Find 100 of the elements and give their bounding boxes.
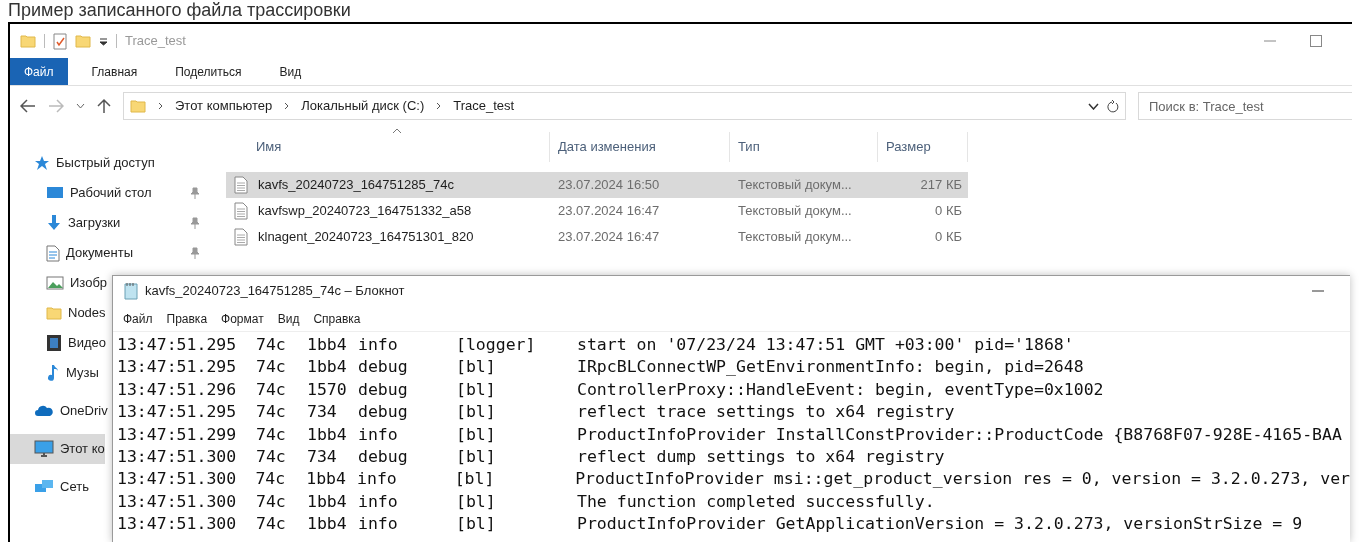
log-time: 13:47:51.295 <box>117 401 238 424</box>
log-level: debug <box>358 356 409 379</box>
monitor-icon <box>46 185 64 201</box>
file-name: kavfswp_20240723_164751332_a58 <box>258 202 472 221</box>
ribbon-tab[interactable]: Вид <box>265 58 316 85</box>
sidebar-item[interactable]: Музы <box>10 358 99 388</box>
sidebar-item[interactable]: Изобр <box>10 268 108 298</box>
chevron-right-icon[interactable] <box>436 102 442 110</box>
ribbon-tab[interactable]: Поделиться <box>161 58 256 85</box>
breadcrumb[interactable]: Trace_test <box>453 96 515 116</box>
column-header[interactable]: Размер <box>878 132 968 162</box>
sidebar-item[interactable]: Этот ко <box>10 434 105 464</box>
sidebar-item[interactable]: Рабочий стол <box>10 178 212 208</box>
caption: Пример записанного файла трассировки <box>7 0 352 22</box>
file-row[interactable]: kavfswp_20240723_164751332_a58 23.07.2024 16:47 Текстовый докум... 0 КБ <box>226 198 968 224</box>
file-date: 23.07.2024 16:50 <box>557 176 661 195</box>
log-thread-id: 734 <box>307 446 338 469</box>
log-level: debug <box>358 446 409 469</box>
notepad-icon <box>123 282 139 300</box>
ribbon-tab[interactable]: Файл <box>10 58 68 85</box>
monitor-icon <box>34 440 54 458</box>
log-message: The function completed successfully. <box>577 490 935 513</box>
file-row[interactable]: kavfs_20240723_164751285_74c 23.07.2024 16:50 Текстовый докум... 217 КБ <box>226 172 968 198</box>
sort-caret-icon <box>392 128 402 134</box>
log-level: info <box>358 513 399 536</box>
refresh-icon[interactable] <box>1107 99 1119 113</box>
chevron-right-icon[interactable] <box>284 102 290 110</box>
film-icon <box>46 334 62 352</box>
checked-document-icon[interactable] <box>53 32 67 50</box>
sidebar-item[interactable]: Документы <box>10 238 212 268</box>
menu-item[interactable]: Справка <box>313 309 361 328</box>
file-row[interactable]: klnagent_20240723_164751301_820 23.07.2024 16:47 Текстовый докум... 0 КБ <box>226 224 968 250</box>
music-note-icon <box>46 364 60 382</box>
breadcrumb[interactable]: Локальный диск (C:) <box>301 96 425 116</box>
log-message: start on '07/23/24 13:47:51 GMT +03:00' pid='1868' <box>577 334 1074 356</box>
back-arrow-icon[interactable] <box>20 99 36 113</box>
log-process-id: 74c <box>256 423 287 446</box>
log-time: 13:47:51.300 <box>117 446 238 469</box>
log-level: info <box>357 468 398 491</box>
log-process-id: 74c <box>256 490 287 513</box>
document-icon <box>46 244 60 262</box>
column-header[interactable]: Дата изменения <box>550 132 730 162</box>
menu-item[interactable]: Формат <box>221 309 264 328</box>
file-size: 0 КБ <box>934 202 963 221</box>
log-process-id: 74c <box>256 513 287 536</box>
log-time: 13:47:51.300 <box>117 513 238 536</box>
sidebar-item[interactable]: Видео <box>10 328 106 358</box>
file-date: 23.07.2024 16:47 <box>557 202 661 221</box>
log-module: [bl] <box>456 513 497 536</box>
log-level: info <box>358 334 399 356</box>
column-header[interactable]: Имя <box>226 132 550 162</box>
window-title: kavfs_20240723_164751285_74c – Блокнот <box>145 282 405 301</box>
sidebar-item[interactable]: OneDriv <box>10 396 108 426</box>
log-process-id: 74c <box>256 334 287 356</box>
text-file-icon <box>234 202 248 220</box>
folder-icon <box>130 98 146 114</box>
ribbon-tab[interactable]: Главная <box>77 58 152 85</box>
menu-item[interactable]: Файл <box>123 309 153 328</box>
dropdown-arrow-icon[interactable] <box>99 36 108 46</box>
pictures-icon <box>46 276 64 290</box>
sidebar-item[interactable]: Сеть <box>10 472 89 502</box>
log-module: [logger] <box>456 334 537 356</box>
chevron-down-icon[interactable] <box>1088 102 1099 110</box>
log-process-id: 74c <box>256 378 287 401</box>
chevron-right-icon[interactable] <box>158 102 163 110</box>
log-module: [bl] <box>456 356 497 379</box>
column-header[interactable]: Тип <box>730 132 878 162</box>
log-module: [bl] <box>456 490 497 513</box>
address-bar[interactable]: Этот компьютер Локальный диск (C:) Trace_test <box>123 92 1126 120</box>
log-message: reflect dump settings to x64 registry <box>577 446 945 469</box>
log-message: IRpcBLConnectWP_GetEnvironmentInfo: begin, pid=2648 <box>577 356 1084 379</box>
maximize-icon[interactable] <box>1310 35 1322 47</box>
log-module: [bl] <box>456 378 497 401</box>
search-field[interactable]: Поиск в: Trace_test <box>1138 92 1352 120</box>
file-date: 23.07.2024 16:47 <box>557 228 661 247</box>
log-message: reflect trace settings to x64 registry <box>577 401 955 424</box>
download-icon <box>46 214 62 232</box>
log-time: 13:47:51.296 <box>117 378 238 401</box>
up-arrow-icon[interactable] <box>97 98 111 114</box>
menu-item[interactable]: Вид <box>277 309 300 328</box>
pin-icon[interactable] <box>190 187 200 199</box>
file-size: 0 КБ <box>934 228 963 247</box>
sidebar-item[interactable]: Загрузки <box>10 208 212 238</box>
log-message: ControllerProxy::HandleEvent: begin, eventType=0x1002 <box>577 378 1104 401</box>
log-time: 13:47:51.300 <box>117 490 238 513</box>
log-process-id: 74c <box>256 446 287 469</box>
log-thread-id: 1570 <box>307 378 348 401</box>
file-type: Текстовый докум... <box>737 176 853 195</box>
log-module: [bl] <box>454 468 496 491</box>
breadcrumb[interactable]: Этот компьютер <box>175 96 273 116</box>
pin-icon[interactable] <box>190 247 200 259</box>
log-module: [bl] <box>456 401 497 424</box>
sidebar-item[interactable]: Nodes <box>10 298 106 328</box>
pin-icon[interactable] <box>190 217 200 229</box>
star-icon <box>34 155 50 171</box>
log-time: 13:47:51.295 <box>117 334 238 356</box>
file-name: klnagent_20240723_164751301_820 <box>258 228 474 247</box>
log-thread-id: 1bb4 <box>307 490 348 513</box>
sidebar-item[interactable]: Быстрый доступ <box>10 148 155 178</box>
menu-item[interactable]: Правка <box>166 309 208 328</box>
